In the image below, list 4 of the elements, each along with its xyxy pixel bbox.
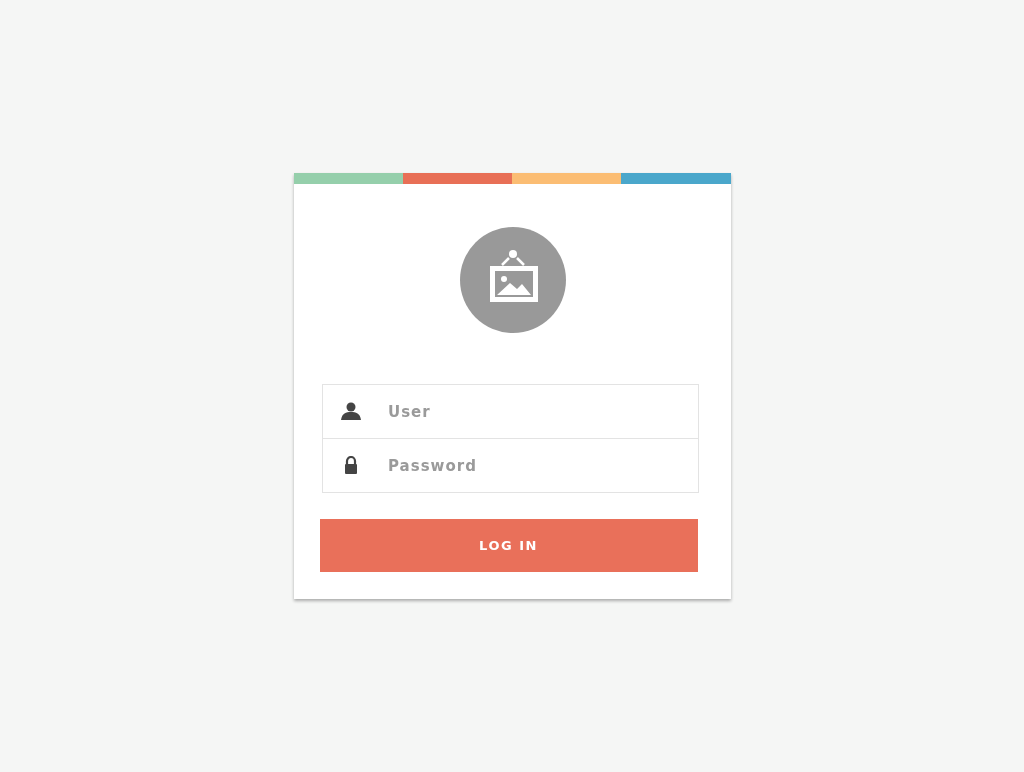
user-icon [341, 402, 361, 420]
input-field[interactable]: Password [322, 438, 699, 493]
picture-frame-icon [459, 227, 566, 333]
login-button[interactable]: LOG IN [319, 519, 698, 572]
